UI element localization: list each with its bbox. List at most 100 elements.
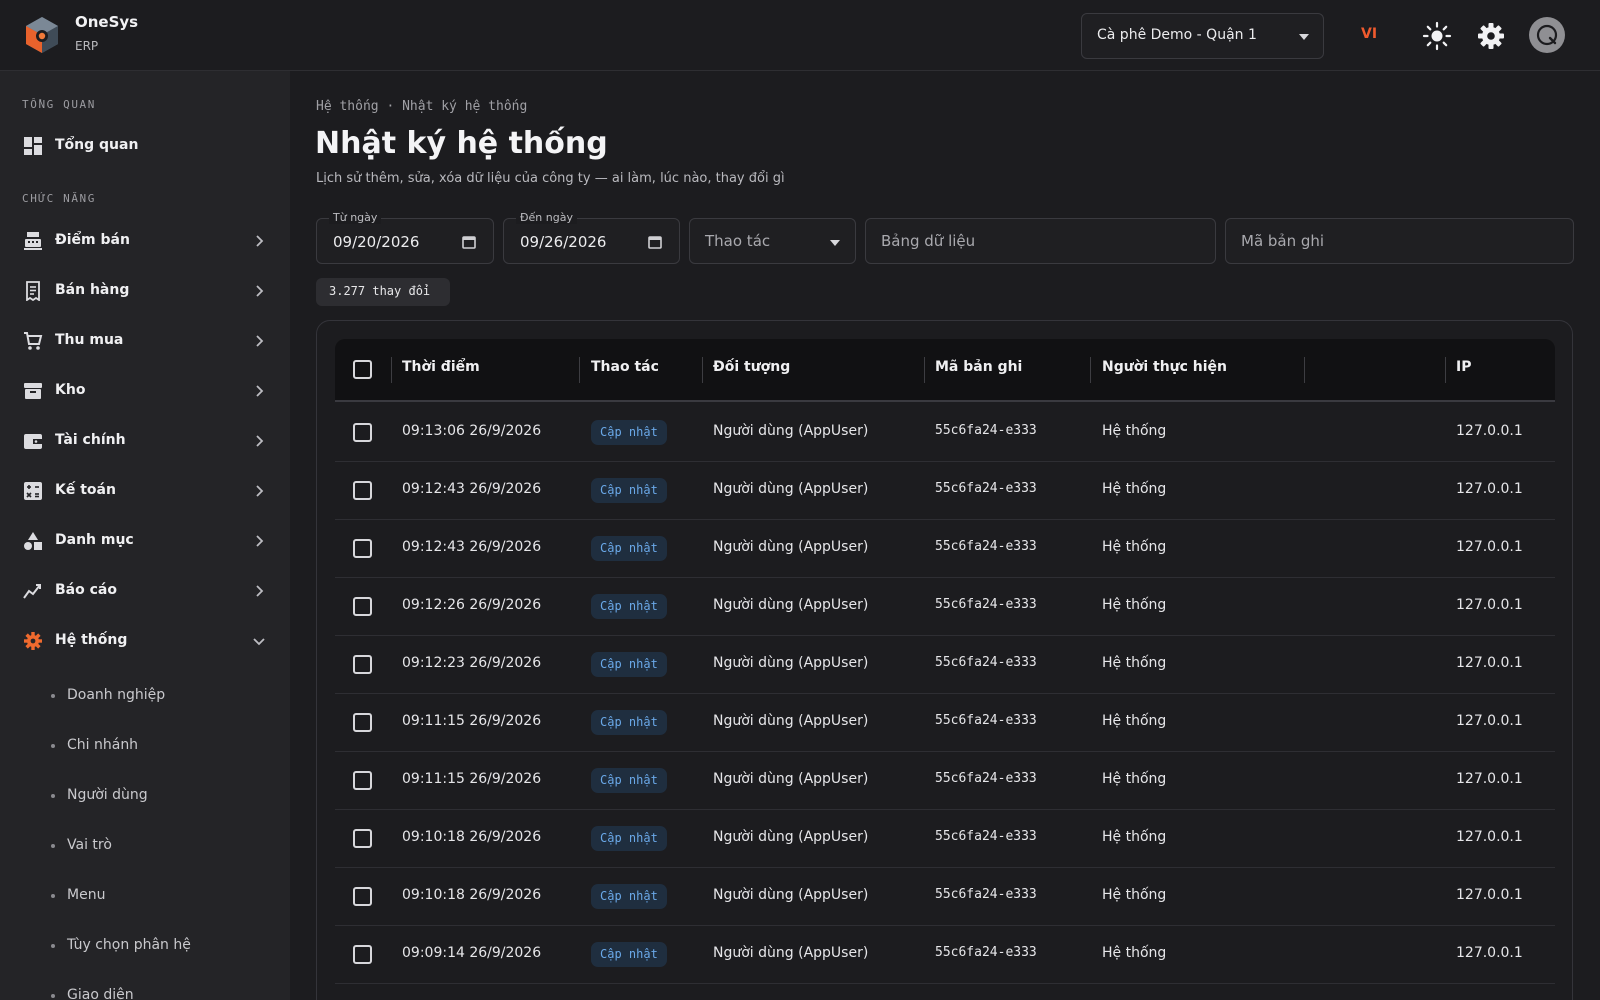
sidebar-subitem-label: Tùy chọn phân hệ <box>67 937 191 953</box>
table-filter-input[interactable]: Bảng dữ liệu <box>865 218 1216 264</box>
row-checkbox[interactable] <box>353 655 372 674</box>
sidebar-subitem-menu[interactable]: Menu <box>0 878 290 914</box>
bullet-icon <box>51 894 55 898</box>
column-header-time[interactable]: Thời điểm <box>402 359 480 375</box>
sidebar-item-finance[interactable]: Tài chính <box>0 420 290 462</box>
sidebar-item-label: Tài chính <box>55 432 126 448</box>
sidebar-item-label: Kho <box>55 382 86 398</box>
row-checkbox[interactable] <box>353 887 372 906</box>
avatar-q-icon <box>1536 24 1558 46</box>
chevron-right-icon <box>256 335 264 347</box>
table-row[interactable]: 09:12:23 26/9/2026 Cập nhật Người dùng (… <box>335 636 1555 694</box>
cell-time: 09:10:18 26/9/2026 <box>402 887 542 903</box>
row-checkbox[interactable] <box>353 829 372 848</box>
table-row[interactable]: 09:09:14 26/9/2026 Cập nhật Người dùng (… <box>335 926 1555 984</box>
chevron-right-icon <box>256 235 264 247</box>
row-checkbox[interactable] <box>353 481 372 500</box>
sidebar-subitem-branch[interactable]: Chi nhánh <box>0 728 290 764</box>
record-id-input[interactable]: Mã bản ghi <box>1225 218 1574 264</box>
action-badge: Cập nhật <box>591 768 667 793</box>
column-header-record-id[interactable]: Mã bản ghi <box>935 359 1022 375</box>
row-checkbox[interactable] <box>353 597 372 616</box>
sidebar-subitem-appearance[interactable]: Giao diện <box>0 978 290 1000</box>
table-row[interactable]: 09:12:43 26/9/2026 Cập nhật Người dùng (… <box>335 462 1555 520</box>
onesys-logo-icon[interactable] <box>24 16 60 54</box>
sidebar-item-label: Tổng quan <box>55 137 139 153</box>
sidebar-item-accounting[interactable]: Kế toán <box>0 470 290 512</box>
cell-record-id: 55c6fa24-e333 <box>935 423 1037 438</box>
table-row[interactable]: 09:10:18 26/9/2026 Cập nhật Người dùng (… <box>335 868 1555 926</box>
sidebar-subitem-label: Menu <box>67 887 106 903</box>
sidebar-subitem-label: Doanh nghiệp <box>67 687 166 703</box>
sidebar-item-sales[interactable]: Bán hàng <box>0 270 290 312</box>
action-badge: Cập nhật <box>591 652 667 677</box>
cell-record-id: 55c6fa24-e333 <box>935 887 1037 902</box>
row-checkbox[interactable] <box>353 945 372 964</box>
table-row[interactable]: 09:13:06 26/9/2026 Cập nhật Người dùng (… <box>335 404 1555 462</box>
action-badge: Cập nhật <box>591 594 667 619</box>
action-badge-label: Cập nhật <box>600 657 658 671</box>
row-checkbox[interactable] <box>353 713 372 732</box>
sidebar-item-pos[interactable]: Điểm bán <box>0 220 290 262</box>
sidebar-subitem-roles[interactable]: Vai trò <box>0 828 290 864</box>
chevron-right-icon <box>256 485 264 497</box>
cell-time: 09:10:18 26/9/2026 <box>402 829 542 845</box>
table-header: Thời điểm Thao tác Đối tượng Mã bản ghi … <box>335 339 1555 402</box>
cell-record-id: 55c6fa24-e333 <box>935 481 1037 496</box>
action-badge: Cập nhật <box>591 884 667 909</box>
cell-object: Người dùng (AppUser) <box>713 597 869 613</box>
sidebar-item-catalog[interactable]: Danh mục <box>0 520 290 562</box>
action-select[interactable]: Thao tác <box>689 218 856 264</box>
cell-actor: Hệ thống <box>1102 829 1167 845</box>
column-header-actor[interactable]: Người thực hiện <box>1102 359 1227 375</box>
column-divider <box>391 357 392 383</box>
settings-gear-icon[interactable] <box>1476 21 1506 51</box>
cell-record-id: 55c6fa24-e333 <box>935 539 1037 554</box>
row-checkbox[interactable] <box>353 539 372 558</box>
row-checkbox[interactable] <box>353 423 372 442</box>
select-all-checkbox[interactable] <box>353 360 372 379</box>
column-divider <box>1304 357 1305 383</box>
cell-time: 09:11:15 26/9/2026 <box>402 771 542 787</box>
from-date-field[interactable]: Từ ngày 09/20/2026 <box>316 211 494 264</box>
table-row[interactable]: 09:11:15 26/9/2026 Cập nhật Người dùng (… <box>335 752 1555 810</box>
sidebar-subitem-module-options[interactable]: Tùy chọn phân hệ <box>0 928 290 964</box>
cell-record-id: 55c6fa24-e333 <box>935 713 1037 728</box>
cell-object: Người dùng (AppUser) <box>713 771 869 787</box>
action-badge-label: Cập nhật <box>600 773 658 787</box>
cell-ip: 127.0.0.1 <box>1456 771 1523 787</box>
sidebar-subitem-label: Vai trò <box>67 837 112 853</box>
column-divider <box>1445 357 1446 383</box>
calendar-icon[interactable] <box>648 235 662 249</box>
cell-object: Người dùng (AppUser) <box>713 655 869 671</box>
cell-time: 09:11:15 26/9/2026 <box>402 713 542 729</box>
cell-ip: 127.0.0.1 <box>1456 655 1523 671</box>
to-date-field[interactable]: Đến ngày 09/26/2026 <box>503 211 680 264</box>
column-header-object[interactable]: Đối tượng <box>713 359 790 375</box>
cell-ip: 127.0.0.1 <box>1456 945 1523 961</box>
table-row[interactable]: 09:11:15 26/9/2026 Cập nhật Người dùng (… <box>335 694 1555 752</box>
branch-select[interactable]: Cà phê Demo - Quận 1 <box>1081 13 1324 59</box>
column-header-ip[interactable]: IP <box>1456 359 1471 375</box>
sidebar-item-warehouse[interactable]: Kho <box>0 370 290 412</box>
sidebar-item-purchasing[interactable]: Thu mua <box>0 320 290 362</box>
user-avatar[interactable] <box>1529 17 1565 53</box>
action-badge-label: Cập nhật <box>600 831 658 845</box>
sidebar-subitem-enterprise[interactable]: Doanh nghiệp <box>0 678 290 714</box>
sidebar-subitem-users[interactable]: Người dùng <box>0 778 290 814</box>
sidebar-item-system[interactable]: Hệ thống <box>0 620 290 662</box>
table-row[interactable]: 09:10:18 26/9/2026 Cập nhật Người dùng (… <box>335 810 1555 868</box>
table-row[interactable]: 09:12:26 26/9/2026 Cập nhật Người dùng (… <box>335 578 1555 636</box>
sun-icon[interactable] <box>1422 21 1452 51</box>
row-checkbox[interactable] <box>353 771 372 790</box>
sidebar-item-reports[interactable]: Báo cáo <box>0 570 290 612</box>
column-divider <box>1090 357 1091 383</box>
sidebar-item-overview[interactable]: Tổng quan <box>0 125 290 167</box>
language-switch[interactable]: VI <box>1361 26 1377 42</box>
column-header-action[interactable]: Thao tác <box>591 359 659 375</box>
table-row[interactable]: 09:12:43 26/9/2026 Cập nhật Người dùng (… <box>335 520 1555 578</box>
calendar-icon[interactable] <box>462 235 476 249</box>
cell-time: 09:12:43 26/9/2026 <box>402 539 542 555</box>
change-count-badge: 3.277 thay đổi <box>316 278 450 306</box>
action-badge: Cập nhật <box>591 478 667 503</box>
